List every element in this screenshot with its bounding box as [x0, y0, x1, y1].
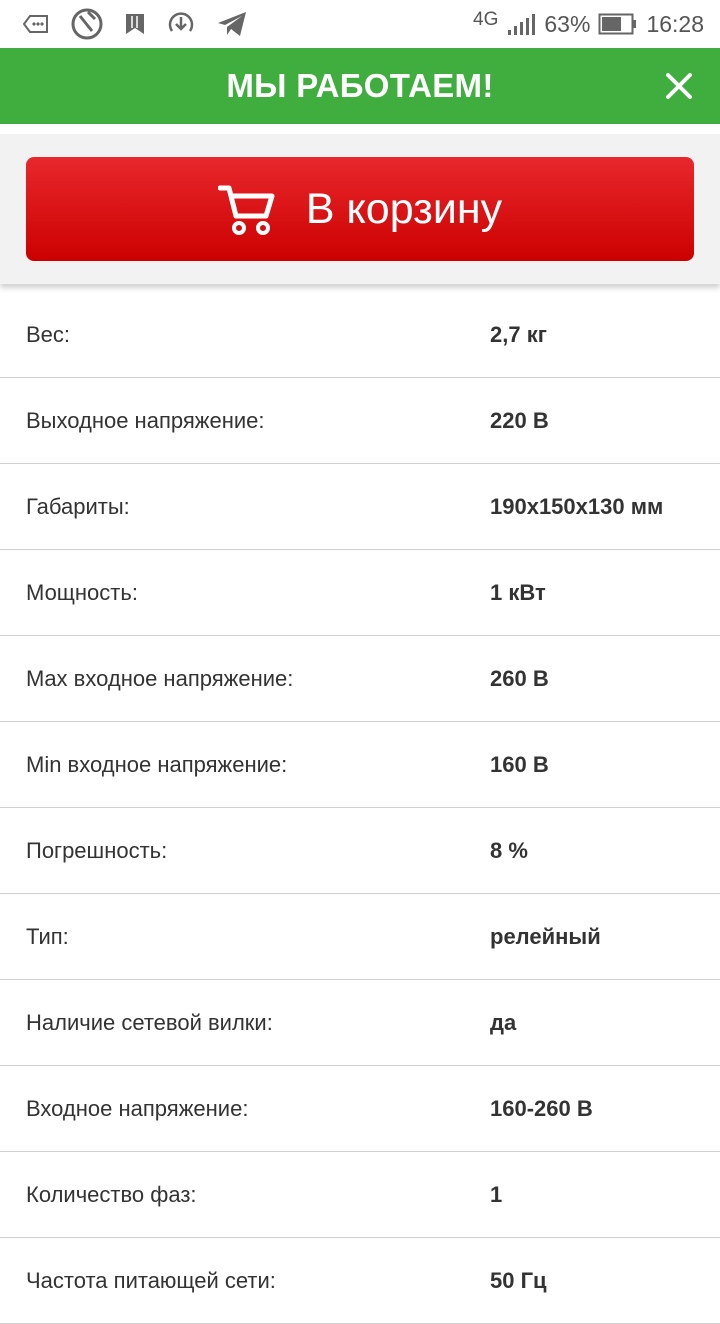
spec-row: Min входное напряжение: 160 В	[0, 722, 720, 808]
add-to-cart-button[interactable]: В корзину	[26, 157, 694, 261]
add-to-cart-label: В корзину	[305, 184, 503, 233]
spec-value: релейный	[490, 924, 601, 949]
close-icon[interactable]	[660, 67, 698, 105]
spec-key: Частота питающей сети:	[26, 1268, 276, 1293]
spec-row: Количество фаз: 1	[0, 1152, 720, 1238]
network-type: 4G	[473, 9, 499, 30]
spec-value: да	[490, 1010, 517, 1035]
battery-icon	[598, 12, 638, 36]
message-icon	[22, 14, 50, 34]
spec-key: Вес:	[26, 322, 71, 347]
cart-icon	[217, 182, 276, 236]
battery-percent: 63%	[544, 10, 591, 37]
spec-value: 190x150x130 мм	[490, 494, 664, 519]
spec-row: Наличие сетевой вилки: да	[0, 980, 720, 1066]
spec-row: Габариты: 190x150x130 мм	[0, 464, 720, 550]
working-banner: МЫ РАБОТАЕМ!	[0, 48, 720, 124]
banner-title: МЫ РАБОТАЕМ!	[226, 67, 494, 104]
spec-value: 160-260 В	[490, 1096, 593, 1121]
spec-key: Погрешность:	[26, 838, 168, 863]
spec-row: Погрешность: 8 %	[0, 808, 720, 894]
spec-row: Тип: релейный	[0, 894, 720, 980]
spec-key: Количество фаз:	[26, 1182, 197, 1207]
download-icon	[166, 9, 196, 39]
specs-table: Вес: 2,7 кг Выходное напряжение: 220 В Габ…	[0, 292, 720, 1324]
spec-value: 2,7 кг	[490, 322, 547, 347]
sweepstake-icon	[70, 7, 104, 41]
cart-bar: В корзину	[0, 134, 720, 284]
spec-row: Выходное напряжение: 220 В	[0, 378, 720, 464]
spec-value: 260 В	[490, 666, 549, 691]
telegram-icon	[216, 10, 248, 38]
spec-row: Мощность: 1 кВт	[0, 550, 720, 636]
bookmark-icon	[124, 12, 146, 36]
spec-row: Вес: 2,7 кг	[0, 292, 720, 378]
spec-value: 160 В	[490, 752, 549, 777]
spec-key: Min входное напряжение:	[26, 752, 288, 777]
spec-key: Наличие сетевой вилки:	[26, 1010, 273, 1035]
spec-value: 8 %	[490, 838, 528, 863]
spec-row: Входное напряжение: 160-260 В	[0, 1066, 720, 1152]
spec-value: 1 кВт	[490, 580, 546, 605]
spec-key: Мощность:	[26, 580, 138, 605]
clock: 16:28	[646, 10, 704, 37]
spec-value: 1	[490, 1182, 503, 1207]
spec-key: Входное напряжение:	[26, 1096, 249, 1121]
spec-value: 50 Гц	[490, 1268, 547, 1293]
spec-row: Max входное напряжение: 260 В	[0, 636, 720, 722]
spec-key: Габариты:	[26, 494, 130, 519]
spec-key: Выходное напряжение:	[26, 408, 265, 433]
status-bar: 4G 63% 16:28	[0, 0, 720, 48]
spec-key: Тип:	[26, 924, 69, 949]
spec-key: Max входное напряжение:	[26, 666, 294, 691]
signal-icon	[506, 12, 536, 36]
spec-row: Частота питающей сети: 50 Гц	[0, 1238, 720, 1324]
spec-value: 220 В	[490, 408, 549, 433]
